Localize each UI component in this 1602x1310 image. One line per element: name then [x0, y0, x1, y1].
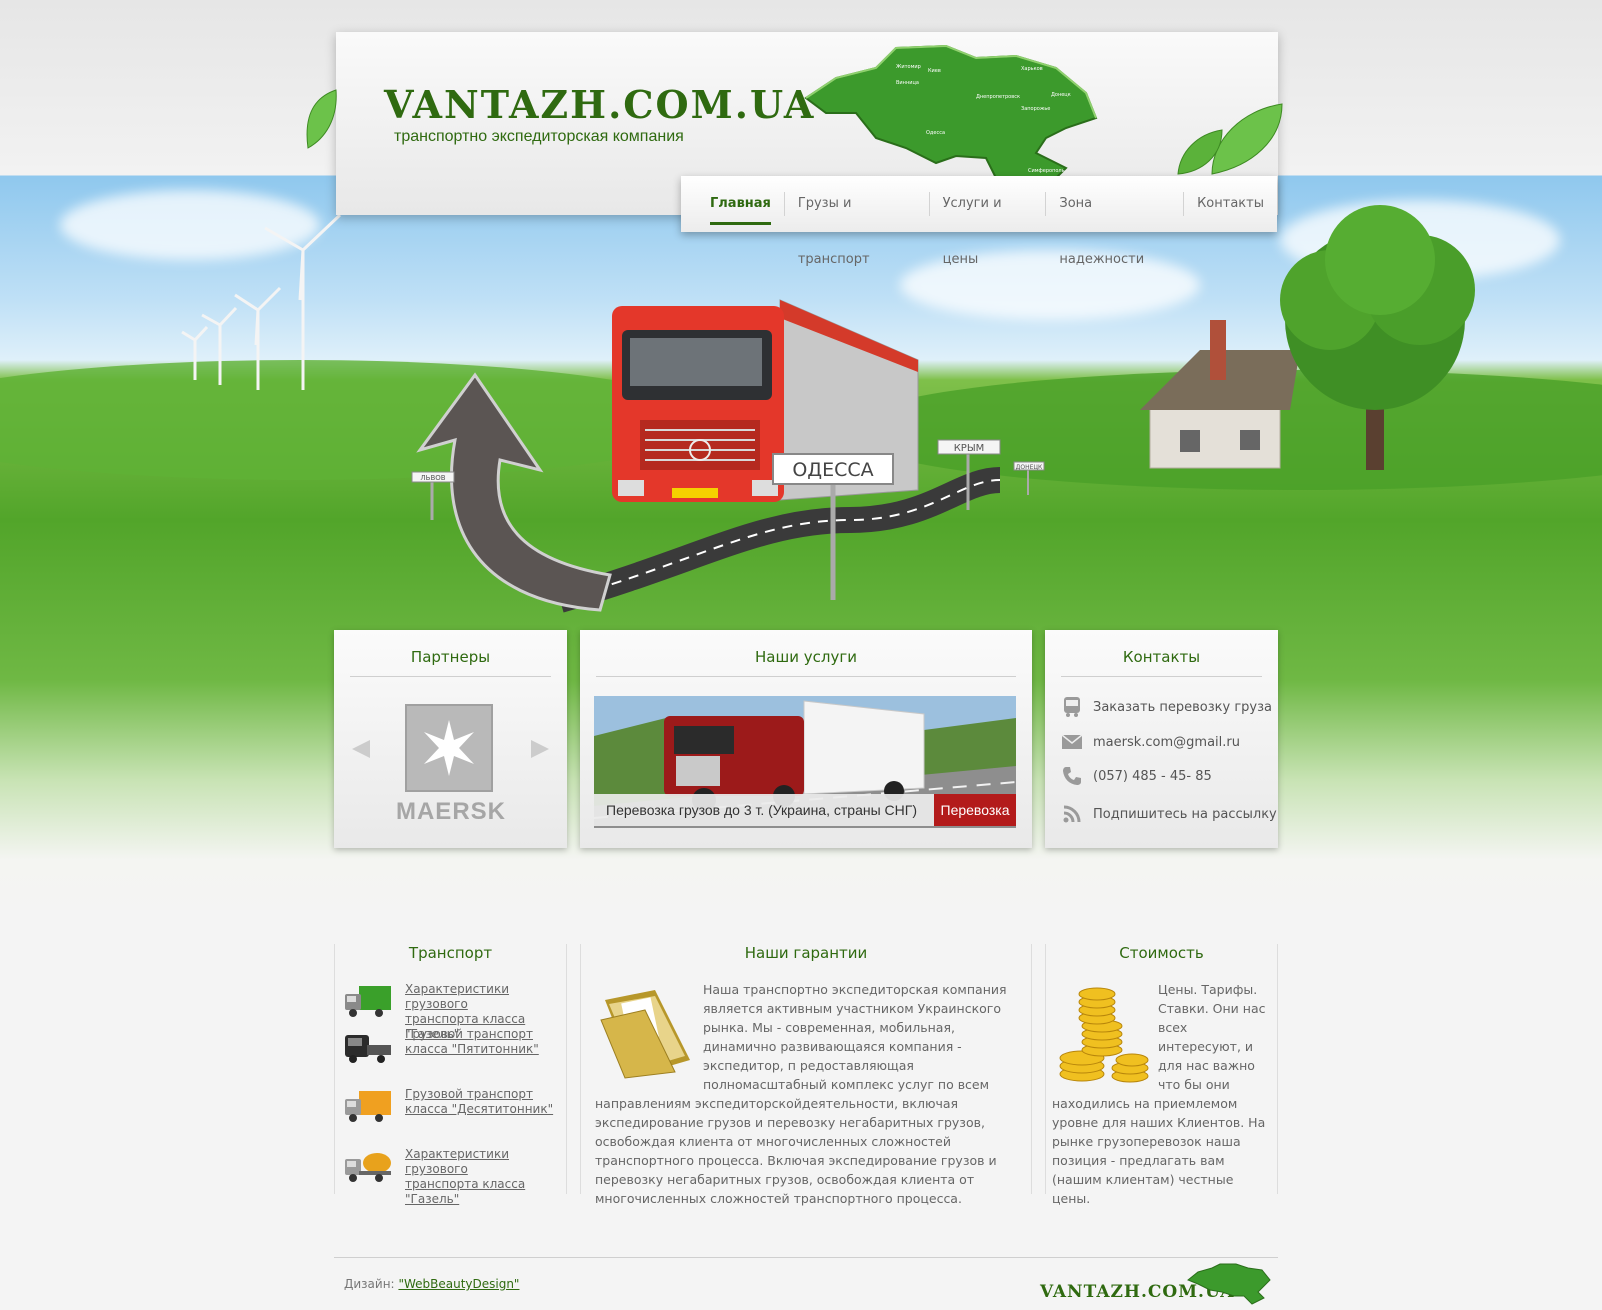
- services-slider[interactable]: Перевозка грузов до 3 т. (Украина, стран…: [594, 696, 1016, 828]
- cost-body: Цены. Тарифы. Ставки. Они нас всех интер…: [1052, 980, 1274, 1208]
- slide-category-tag[interactable]: Перевозка: [934, 794, 1016, 826]
- maersk-star-icon: [405, 704, 493, 792]
- footer-design-label: Дизайн:: [344, 1277, 395, 1291]
- divider: [596, 676, 1016, 677]
- ukraine-map-icon: Житомир Киев Винница Одесса Днепропетров…: [804, 44, 1098, 189]
- partners-title: Партнеры: [410, 648, 491, 666]
- cement-truck-icon: [345, 1153, 391, 1182]
- footer-map-icon: [1187, 1263, 1271, 1305]
- coins-icon: [1059, 987, 1149, 1083]
- map-label: Винница: [896, 80, 919, 86]
- hero-sign-right: КРЫМ: [954, 443, 985, 454]
- site-tagline: транспортно экспедиторская компания: [394, 128, 684, 145]
- rss-icon: [1061, 803, 1083, 825]
- map-label: Одесса: [926, 130, 945, 136]
- transport-item-line2[interactable]: класса "Пятитонник": [405, 1042, 575, 1057]
- leaves-icon: [1177, 103, 1283, 175]
- black-truck-icon: [345, 1035, 391, 1063]
- mail-icon: [1061, 731, 1083, 753]
- cost-title: Стоимость: [1119, 944, 1204, 962]
- orange-truck-icon: [345, 1091, 391, 1122]
- nav-item-services-prices[interactable]: Услуги и цены: [930, 176, 1046, 267]
- transport-item[interactable]: Грузовой транспорт класса "Десятитонник": [343, 1087, 575, 1125]
- nav-item-reliability-zone[interactable]: Зона надежности: [1046, 176, 1183, 267]
- bus-icon: [1061, 696, 1083, 718]
- partners-prev-arrow[interactable]: [352, 740, 370, 758]
- house-illustration: [1140, 320, 1300, 469]
- services-title: Наши услуги: [755, 648, 857, 666]
- contact-subscribe-row[interactable]: Подпишитесь на рассылку: [1061, 803, 1277, 825]
- partners-panel: Партнеры MAERSK: [334, 630, 567, 848]
- transport-item-line1[interactable]: Характеристики грузового: [405, 1147, 575, 1177]
- map-label: Запорожье: [1021, 106, 1050, 112]
- slide-caption: Перевозка грузов до 3 т. (Украина, стран…: [594, 794, 934, 826]
- map-label: Донецк: [1051, 92, 1071, 98]
- hero-sign-left: ЛЬВОВ: [420, 474, 445, 482]
- folder-icon: [600, 990, 690, 1079]
- contact-phone-row: (057) 485 - 45- 85: [1061, 765, 1212, 787]
- services-panel: Наши услуги Перевозка грузов до 3 т. (Ук…: [580, 630, 1032, 848]
- map-label: Симферополь: [1028, 168, 1065, 174]
- guarantees-title: Наши гарантии: [744, 944, 868, 962]
- cost-column: Стоимость Цены. Тарифы. Ставки. Они нас …: [1045, 944, 1278, 1206]
- contact-order-row[interactable]: Заказать перевозку груза: [1061, 696, 1272, 718]
- hero-sign-far: ДОНЕЦК: [1016, 464, 1043, 471]
- main-nav: Главная Грузы и транспорт Услуги и цены …: [681, 176, 1277, 267]
- nav-item-contacts[interactable]: Контакты: [1184, 176, 1277, 232]
- contact-order-link[interactable]: Заказать перевозку груза: [1093, 700, 1272, 715]
- green-truck-icon: [345, 986, 391, 1017]
- guarantees-column: Наши гарантии Наша транспортно экспедито…: [580, 944, 1032, 1206]
- transport-item-line1[interactable]: Грузовой транспорт: [405, 1087, 575, 1102]
- transport-item-line1[interactable]: Характеристики грузового: [405, 982, 575, 1012]
- footer-credits: Дизайн: "WebBeautyDesign": [344, 1277, 519, 1291]
- partners-next-arrow[interactable]: [531, 740, 549, 758]
- divider: [350, 676, 551, 677]
- leaf-icon: [306, 89, 337, 149]
- contact-phone: (057) 485 - 45- 85: [1093, 768, 1212, 784]
- nav-item-cargo-transport[interactable]: Грузы и транспорт: [785, 176, 929, 267]
- map-label: Киев: [928, 68, 941, 74]
- contact-email[interactable]: maersk.com@gmail.ru: [1093, 735, 1240, 750]
- map-label: Житомир: [896, 64, 921, 70]
- footer-divider: [334, 1257, 1278, 1258]
- map-label: Днепропетровск: [976, 94, 1020, 100]
- hero-sign-main: ОДЕССА: [792, 459, 873, 481]
- contact-email-row[interactable]: maersk.com@gmail.ru: [1061, 731, 1240, 753]
- contacts-panel: Контакты Заказать перевозку груза maersk…: [1045, 630, 1278, 848]
- nav-item-home[interactable]: Главная: [697, 176, 784, 232]
- divider: [1061, 676, 1262, 677]
- contacts-title: Контакты: [1122, 648, 1201, 666]
- partner-name: MAERSK: [395, 798, 506, 825]
- transport-item-line2[interactable]: транспорта класса "Газель": [405, 1177, 575, 1207]
- partner-logo[interactable]: MAERSK: [382, 696, 520, 826]
- site-logo[interactable]: VANTAZH.COM.UA: [384, 82, 815, 127]
- transport-item[interactable]: Грузовой транспорт класса "Пятитонник": [343, 1027, 575, 1065]
- transport-item-line2[interactable]: класса "Десятитонник": [405, 1102, 575, 1117]
- guarantees-body: Наша транспортно экспедиторская компания…: [595, 980, 1015, 1208]
- transport-title: Транспорт: [408, 944, 493, 962]
- transport-column: Транспорт Характеристики грузового трансп…: [334, 944, 567, 1206]
- contact-subscribe-link[interactable]: Подпишитесь на рассылку: [1093, 807, 1277, 822]
- footer-design-link[interactable]: "WebBeautyDesign": [398, 1277, 519, 1291]
- transport-item[interactable]: Характеристики грузового транспорта класс…: [343, 1147, 575, 1207]
- map-label: Харьков: [1021, 66, 1043, 72]
- phone-icon: [1061, 765, 1083, 787]
- transport-item-line1[interactable]: Грузовой транспорт: [405, 1027, 575, 1042]
